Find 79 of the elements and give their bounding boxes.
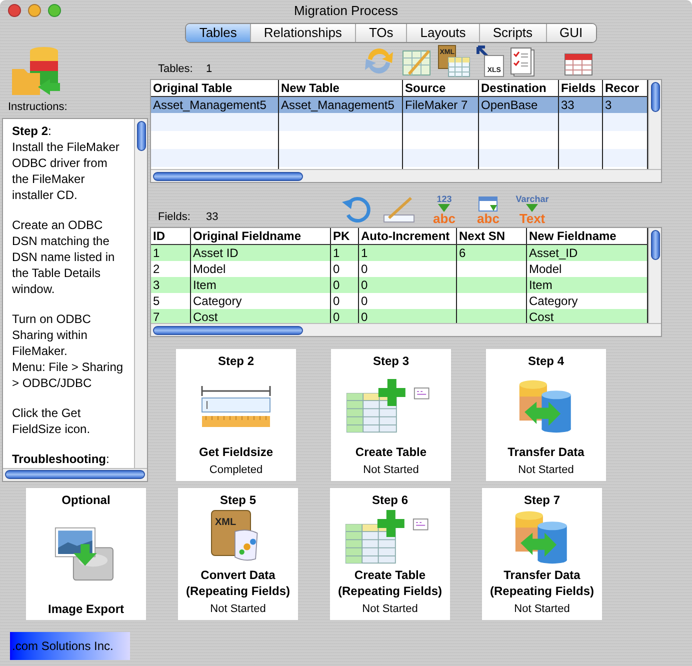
step-label: Step 2	[218, 354, 254, 368]
step-label: Optional	[62, 492, 110, 506]
step-title: Get Fieldsize	[198, 444, 274, 460]
scrollbar[interactable]	[648, 80, 661, 169]
minimize-button[interactable]	[28, 4, 41, 17]
step-status: Not Started	[362, 602, 418, 616]
table-row[interactable]: 2 Model 0 0 Model	[151, 261, 648, 277]
step-label: Step 7	[524, 492, 560, 506]
table-row[interactable]: 7 Cost 0 0 Cost	[151, 309, 648, 323]
pencil-icon[interactable]	[382, 195, 416, 225]
instruction-text: Click the Get FieldSize icon.	[12, 404, 92, 436]
tab[interactable]: Layouts	[407, 24, 480, 42]
step-label: Step 5	[220, 492, 256, 506]
column-header[interactable]: Auto-Increment	[359, 228, 457, 244]
scrollbar[interactable]	[151, 323, 661, 336]
window-title: Migration Process	[294, 2, 398, 20]
column-header[interactable]: Next SN	[457, 228, 527, 244]
scrollbar[interactable]	[648, 228, 661, 323]
instruction-text: Install the FileMaker ODBC driver from the FileMaker installer CD.	[12, 138, 120, 202]
step-card[interactable]: Step 3 Create Table Not Started	[331, 349, 451, 481]
instruction-text: Turn on ODBC Sharing within FileMaker.	[12, 310, 92, 358]
step-title: Create Table	[354, 566, 426, 582]
step-status: Not Started	[210, 602, 266, 616]
step-note: (Repeating Fields)	[490, 582, 594, 598]
column-header[interactable]: Source	[403, 80, 479, 96]
table-row[interactable]: Asset_Management5 Asset_Management5 FileMaker 7 OpenBase 33 3	[151, 97, 648, 113]
column-header[interactable]: PK	[331, 228, 359, 244]
column-header[interactable]: Destination	[479, 80, 559, 96]
column-header[interactable]: Original Table	[151, 80, 279, 96]
instructions-label: Instructions:	[8, 100, 68, 115]
table-edit-icon[interactable]	[402, 47, 432, 77]
scrollbar[interactable]	[3, 468, 147, 480]
step-title: Create Table	[355, 444, 427, 460]
step-card[interactable]: Step 6 Create Table (Repeating Fields) Not Started	[330, 488, 450, 620]
tab[interactable]: Tables	[186, 24, 251, 42]
company-banner: .com Solutions Inc.	[10, 632, 130, 660]
step-title: Transfer Data	[504, 566, 580, 582]
step-title: Transfer Data	[508, 444, 584, 460]
step-note: (Repeating Fields)	[186, 582, 290, 598]
count-label: Tables:	[158, 62, 194, 76]
table-row[interactable]: 3 Item 0 0 Item	[151, 277, 648, 293]
checklist-icon[interactable]	[510, 47, 536, 77]
table-row[interactable]: 5 Category 0 0 Category	[151, 293, 648, 309]
count-value: 33	[206, 210, 218, 224]
step-card[interactable]: Step 7 Transfer Data (Repeating Fields) Not Started	[482, 488, 602, 620]
step-card[interactable]: Step 5 XML Convert Data (Repeating Fields) Not Started	[178, 488, 298, 620]
step-card[interactable]: Optional Image Export	[26, 488, 146, 620]
step-card[interactable]: Step 2 Get Fieldsize Completed	[176, 349, 296, 481]
tab[interactable]: GUI	[546, 24, 596, 42]
step-status: Not Started	[518, 463, 574, 478]
step-label: Step 3	[372, 354, 409, 368]
column-header[interactable]: New Table	[279, 80, 403, 96]
step-note: (Repeating Fields)	[338, 582, 442, 598]
step-title: Convert Data	[200, 566, 276, 582]
zoom-button[interactable]	[48, 4, 61, 17]
step-status: Not Started	[514, 602, 570, 616]
tab[interactable]: Relationships	[250, 24, 356, 42]
step-status: Completed	[209, 463, 263, 478]
count-value: 1	[206, 62, 212, 76]
step-status: Not Started	[363, 463, 419, 478]
scrollbar[interactable]	[151, 169, 661, 182]
step-label: Step 6	[372, 492, 408, 506]
tab[interactable]: TOs	[356, 24, 408, 42]
column-header[interactable]: ID	[151, 228, 191, 244]
count-label: Fields:	[158, 210, 192, 224]
instruction-text: Menu: File > Sharing > ODBC/JDBC	[12, 358, 124, 390]
column-header[interactable]: Fields	[559, 80, 603, 96]
column-header[interactable]: Original Fieldname	[191, 228, 331, 244]
table-row[interactable]: 1 Asset ID 1 1 6 Asset_ID	[151, 245, 648, 261]
instruction-text: Create an ODBC DSN matching the DSN name listed in the Table Details window.	[12, 216, 116, 296]
instruction-text: Troubleshooting:	[12, 450, 110, 466]
instruction-text: Step 2:	[12, 122, 52, 138]
step-label: Step 4	[528, 354, 564, 368]
step-card[interactable]: Step 4 Transfer Data Not Started	[486, 349, 606, 481]
step-title: Image Export	[48, 600, 124, 616]
scrollbar[interactable]	[134, 118, 147, 468]
tab[interactable]: Scripts	[480, 24, 547, 42]
close-button[interactable]	[8, 4, 21, 17]
table-icon[interactable]	[564, 51, 594, 77]
